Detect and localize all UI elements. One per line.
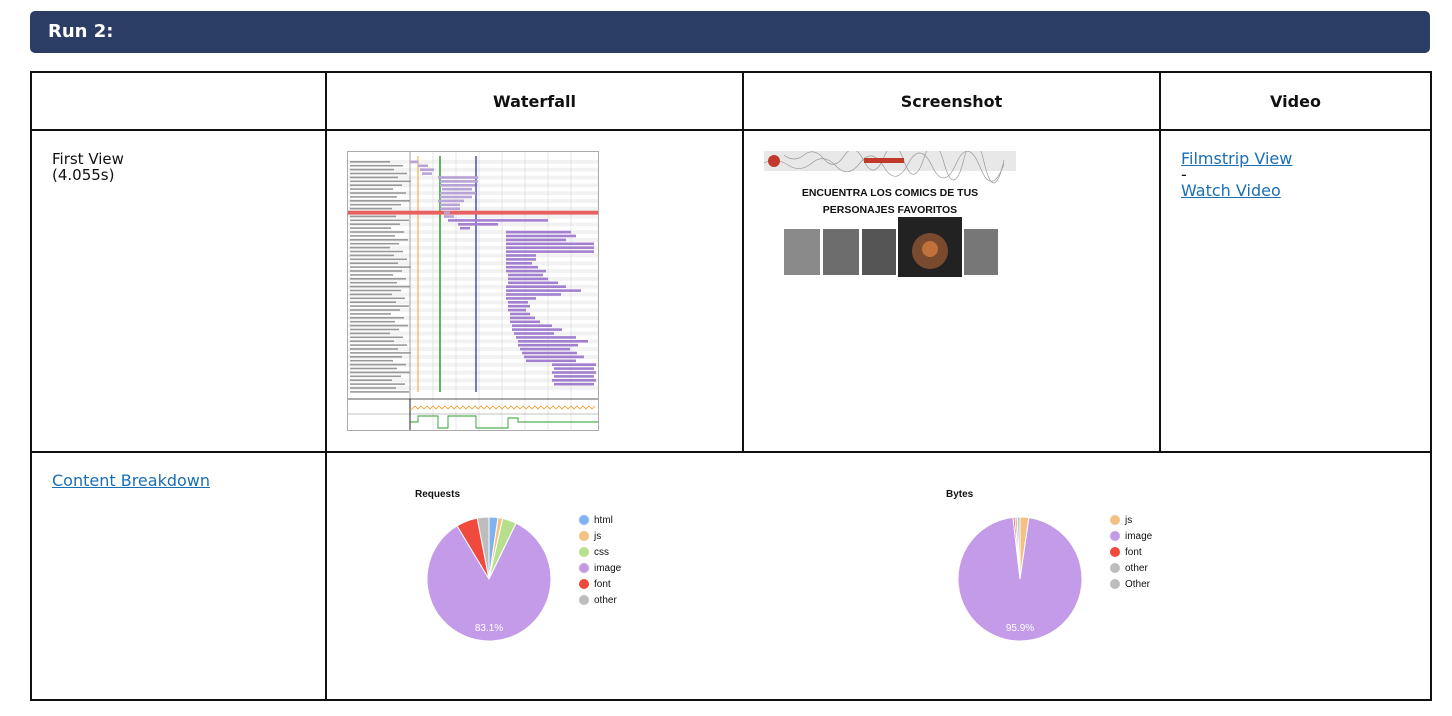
bytes-legend-item: Other: [1110, 576, 1152, 592]
legend-swatch: [579, 579, 589, 589]
legend-label: Other: [1125, 578, 1151, 590]
legend-label: js: [594, 530, 602, 542]
requests-legend-item: html: [579, 512, 621, 528]
bytes-legend-item: font: [1110, 544, 1152, 560]
legend-label: font: [594, 578, 611, 590]
legend-swatch: [1110, 515, 1120, 525]
comic-cover-3: [862, 229, 896, 275]
waterfall-thumbnail[interactable]: [347, 151, 599, 431]
legend-label: html: [594, 514, 613, 526]
legend-label: other: [594, 594, 617, 606]
header-video: Video: [1159, 71, 1432, 131]
legend-swatch: [1110, 563, 1120, 573]
first-view-label-cell: First View (4.055s): [30, 129, 327, 453]
header-waterfall: Waterfall: [325, 71, 744, 131]
first-view-label: First View: [52, 150, 124, 168]
header-empty: [30, 71, 327, 131]
legend-swatch: [579, 531, 589, 541]
bytes-legend-item: image: [1110, 528, 1152, 544]
filmstrip-view-link[interactable]: Filmstrip View: [1181, 149, 1292, 168]
header-row: Waterfall Screenshot Video: [30, 71, 1432, 131]
legend-swatch: [579, 563, 589, 573]
requests-legend: html js css image font other: [579, 512, 621, 608]
legend-label: font: [1125, 546, 1142, 558]
header-screenshot: Screenshot: [742, 71, 1161, 131]
bytes-chart-title: Bytes: [946, 489, 974, 500]
legend-swatch: [1110, 547, 1120, 557]
run-header: Run 2:: [30, 11, 1430, 53]
legend-swatch: [579, 547, 589, 557]
waterfall-graph: [348, 152, 598, 430]
run-title: Run 2:: [48, 21, 114, 42]
watch-video-link[interactable]: Watch Video: [1181, 181, 1281, 200]
requests-legend-item: font: [579, 576, 621, 592]
results-table: Waterfall Screenshot Video First View (4…: [30, 71, 1432, 701]
first-view-row: First View (4.055s) ENCUENTRA LOS COMICS…: [30, 129, 1432, 453]
requests-legend-item: image: [579, 560, 621, 576]
bytes-legend-item: js: [1110, 512, 1152, 528]
comic-cover-2: [823, 229, 859, 275]
screenshot-headline-1: ENCUENTRA LOS COMICS DE TUS: [802, 187, 978, 199]
requests-chart-title: Requests: [415, 489, 461, 500]
comic-cover-5: [964, 229, 998, 275]
waterfall-cell: [325, 129, 744, 453]
breakdown-charts-cell: Requests 83.1% html js css image font other B…: [325, 451, 1432, 701]
requests-pie-chart: 83.1%: [426, 516, 552, 642]
screenshot-thumbnail[interactable]: ENCUENTRA LOS COMICS DE TUS PERSONAJES F…: [764, 151, 1016, 277]
bytes-legend-item: other: [1110, 560, 1152, 576]
site-logo-icon: [768, 155, 780, 167]
legend-label: image: [1125, 530, 1153, 542]
comic-cover-1: [784, 229, 820, 275]
bytes-legend: js image font other Other: [1110, 512, 1152, 592]
requests-legend-item: js: [579, 528, 621, 544]
content-breakdown-row: Content Breakdown Requests 83.1% html js c…: [30, 451, 1432, 701]
legend-swatch: [579, 515, 589, 525]
screenshot-image: ENCUENTRA LOS COMICS DE TUS PERSONAJES F…: [764, 151, 1016, 277]
legend-swatch: [1110, 531, 1120, 541]
video-cell: Filmstrip View - Watch Video: [1159, 129, 1432, 453]
content-breakdown-cell: Content Breakdown: [30, 451, 327, 701]
screenshot-cell: ENCUENTRA LOS COMICS DE TUS PERSONAJES F…: [742, 129, 1161, 453]
first-view-time: (4.055s): [52, 166, 115, 184]
screenshot-headline-2: PERSONAJES FAVORITOS: [823, 204, 957, 216]
requests-legend-item: other: [579, 592, 621, 608]
legend-label: js: [1125, 514, 1133, 526]
bytes-pie-chart: 95.9%: [957, 516, 1083, 642]
legend-swatch: [1110, 579, 1120, 589]
legend-label: other: [1125, 562, 1148, 574]
bytes-center-label: 95.9%: [1006, 623, 1034, 634]
requests-legend-item: css: [579, 544, 621, 560]
legend-swatch: [579, 595, 589, 605]
content-breakdown-link[interactable]: Content Breakdown: [52, 471, 210, 490]
legend-label: image: [594, 562, 622, 574]
requests-center-label: 83.1%: [475, 623, 503, 634]
legend-label: css: [594, 546, 609, 558]
